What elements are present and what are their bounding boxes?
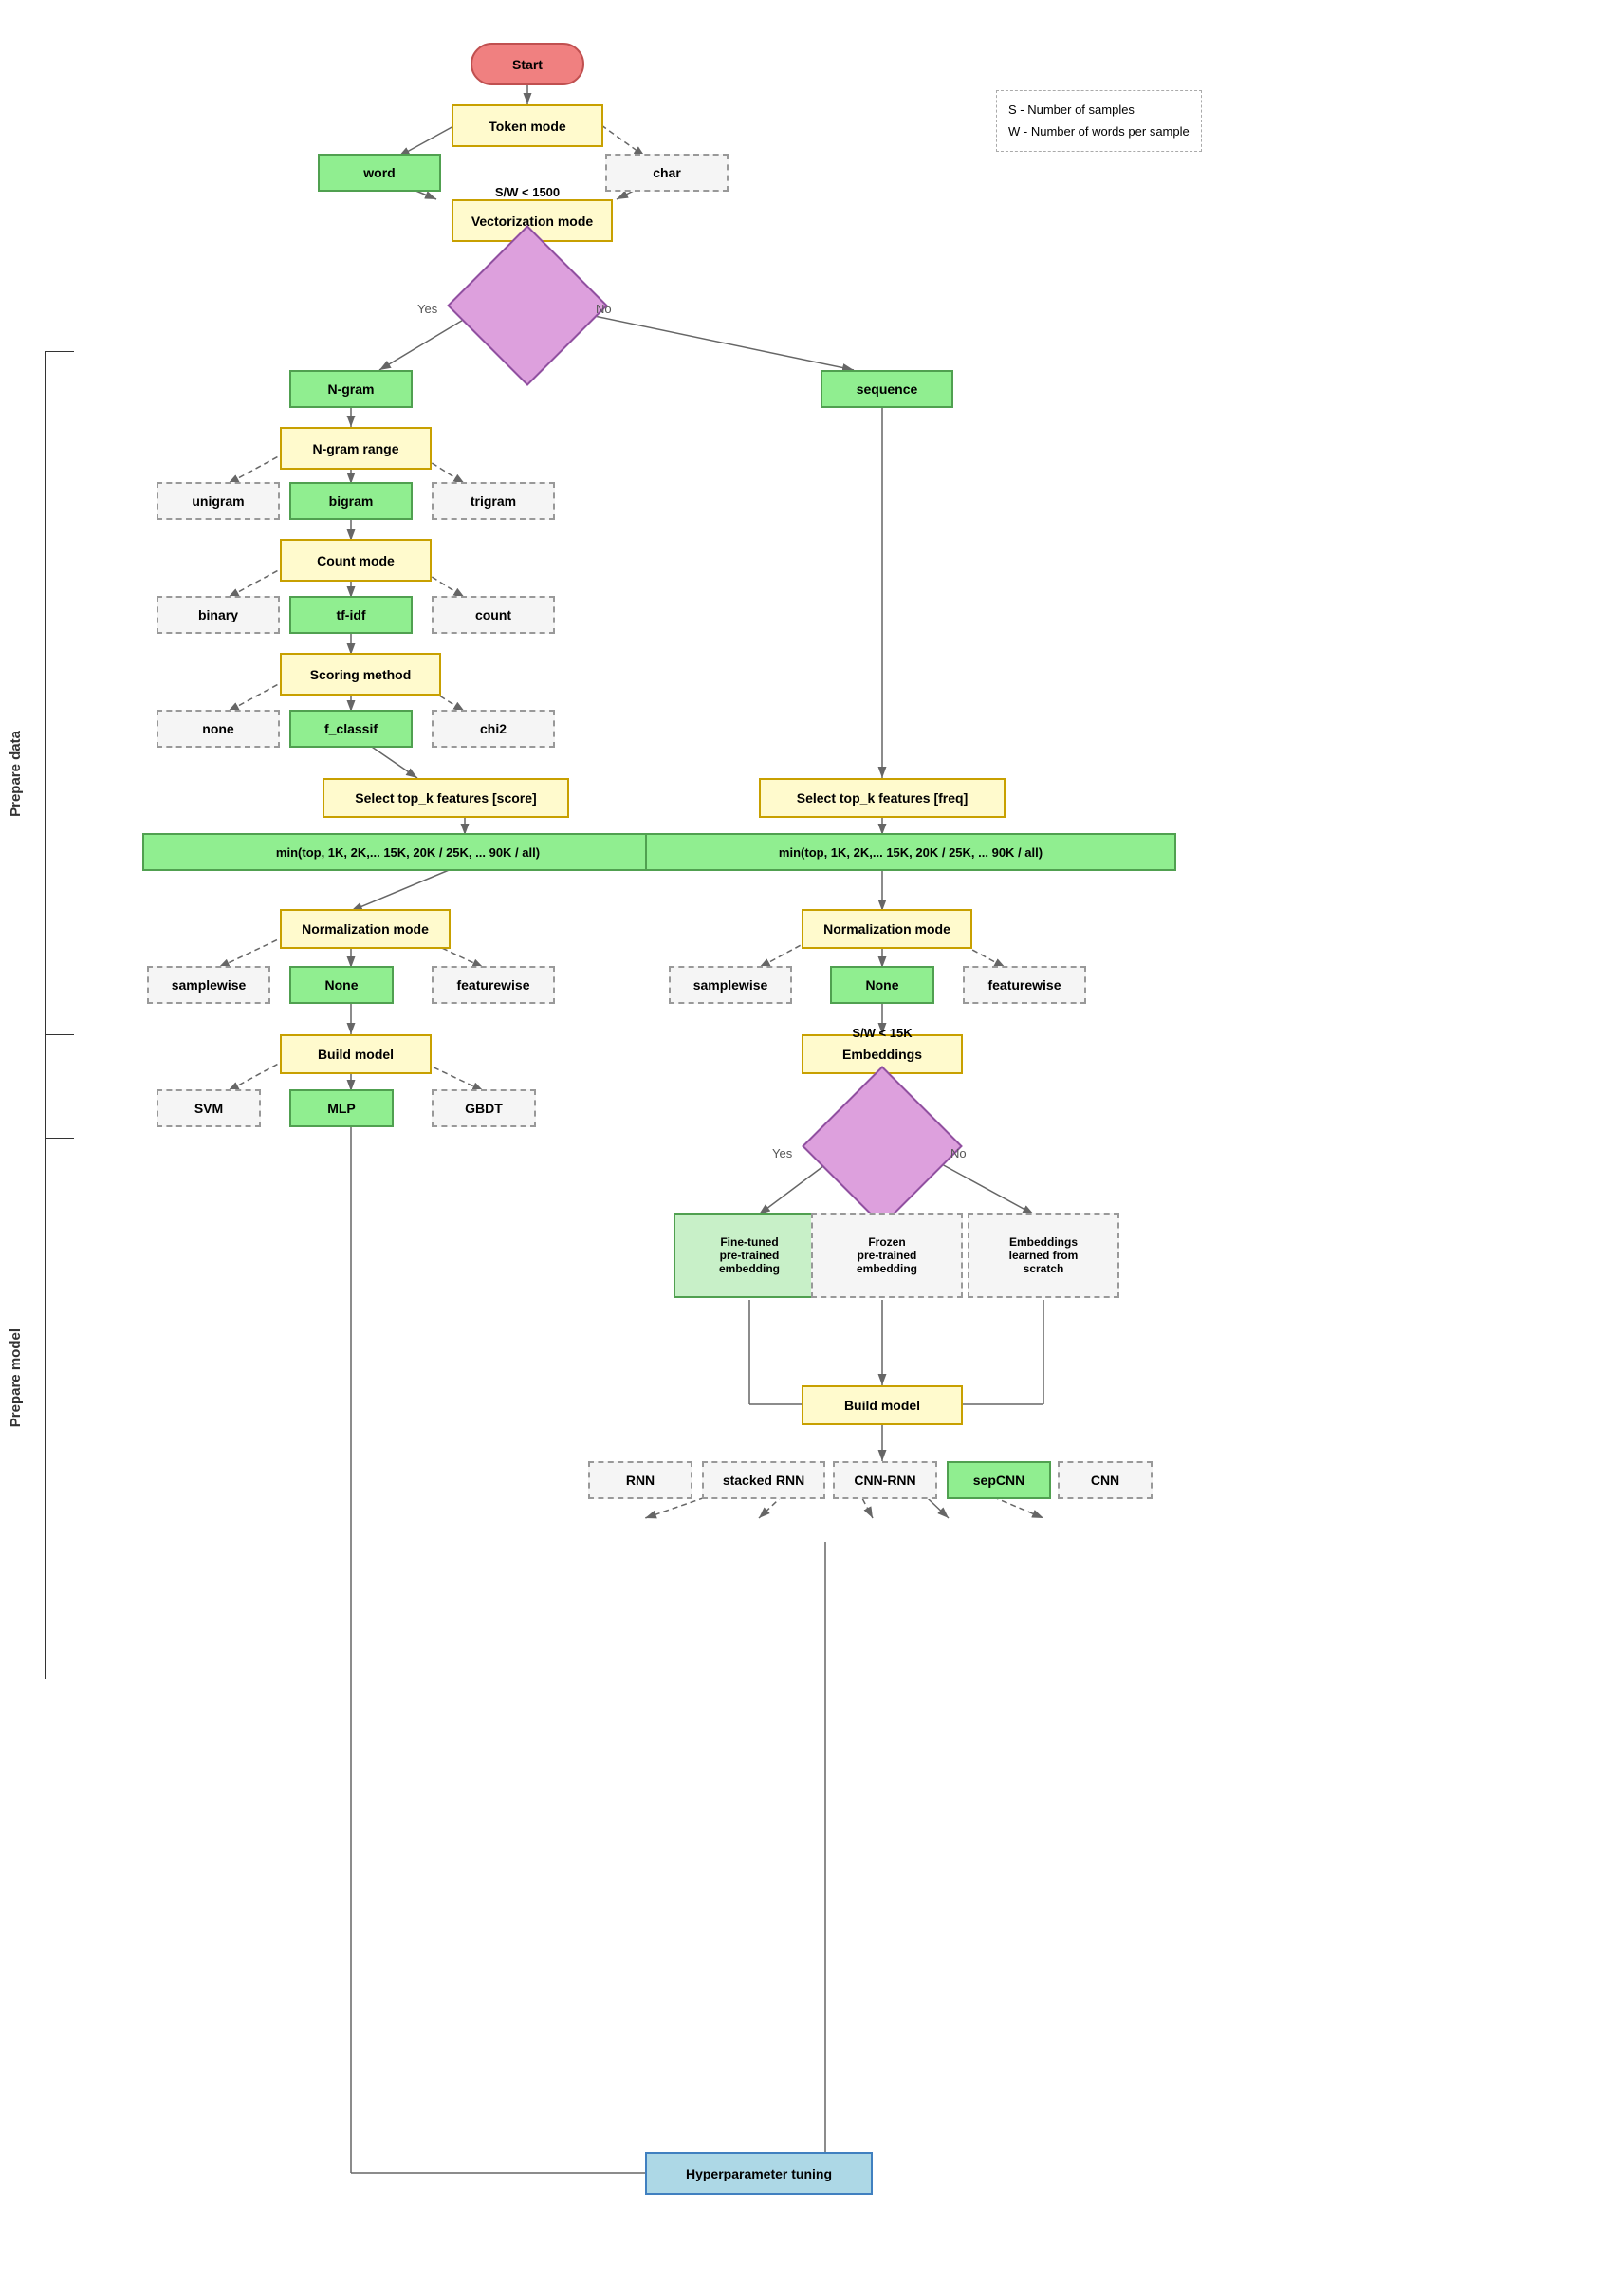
scoring-method-node: Scoring method [280, 653, 441, 696]
char-node: char [605, 154, 729, 192]
cnn-rnn-node: CNN-RNN [833, 1461, 937, 1499]
count-node: count [432, 596, 555, 634]
chi2-node: chi2 [432, 710, 555, 748]
build-model-right-node: Build model [802, 1385, 963, 1425]
featurewise-left-node: featurewise [432, 966, 555, 1004]
norm-mode-right-node: Normalization mode [802, 909, 972, 949]
binary-node: binary [157, 596, 280, 634]
legend-s: S - Number of samples [1008, 99, 1190, 121]
samplewise-left-node: samplewise [147, 966, 270, 1004]
yes-label-sw1500: Yes [417, 302, 437, 316]
yes-label-sw15k: Yes [772, 1146, 792, 1160]
f-classif-node: f_classif [289, 710, 413, 748]
none-score-node: none [157, 710, 280, 748]
svm-node: SVM [157, 1089, 261, 1127]
prepare-data-label: Prepare data [8, 731, 24, 817]
legend-w: W - Number of words per sample [1008, 121, 1190, 142]
no-label-sw1500: No [596, 302, 612, 316]
sequence-node: sequence [821, 370, 953, 408]
hyperparameter-node: Hyperparameter tuning [645, 2152, 873, 2195]
select-topk-freq-node: Select top_k features [freq] [759, 778, 1006, 818]
word-node: word [318, 154, 441, 192]
cnn-node: CNN [1058, 1461, 1153, 1499]
sw1500-label: S/W < 1500 [471, 135, 584, 249]
select-topk-score-node: Select top_k features [score] [323, 778, 569, 818]
rnn-node: RNN [588, 1461, 692, 1499]
sw15k-diamond [802, 1066, 963, 1227]
topk-freq-range-node: min(top, 1K, 2K,... 15K, 20K / 25K, ... … [645, 833, 1176, 871]
start-node: Start [471, 43, 584, 85]
bracket-prepare-data [27, 351, 83, 1139]
none-left-node: None [289, 966, 394, 1004]
sw1500-diamond [447, 225, 608, 386]
sepcnn-node: sepCNN [947, 1461, 1051, 1499]
topk-score-range-node: min(top, 1K, 2K,... 15K, 20K / 25K, ... … [142, 833, 674, 871]
tf-idf-node: tf-idf [289, 596, 413, 634]
bigram-node: bigram [289, 482, 413, 520]
ngram-node: N-gram [289, 370, 413, 408]
build-model-left-node: Build model [280, 1034, 432, 1074]
diagram-container: S - Number of samples W - Number of word… [0, 0, 1624, 2282]
prepare-model-label: Prepare model [8, 1328, 24, 1427]
sw15k-label: S/W < 15K [825, 975, 939, 1089]
fine-tuned-node: Fine-tuned pre-trained embedding [674, 1213, 825, 1298]
sw1500-diamond-wrapper: S/W < 1500 [471, 249, 584, 362]
sw15k-diamond-wrapper: S/W < 15K [825, 1089, 939, 1203]
bracket-prepare-model [27, 1034, 83, 1679]
stacked-rnn-node: stacked RNN [702, 1461, 825, 1499]
no-label-sw15k: No [950, 1146, 967, 1160]
trigram-node: trigram [432, 482, 555, 520]
norm-mode-left-node: Normalization mode [280, 909, 451, 949]
from-scratch-node: Embeddings learned from scratch [968, 1213, 1119, 1298]
ngram-range-node: N-gram range [280, 427, 432, 470]
count-mode-node: Count mode [280, 539, 432, 582]
mlp-node: MLP [289, 1089, 394, 1127]
frozen-node: Frozen pre-trained embedding [811, 1213, 963, 1298]
featurewise-right-node: featurewise [963, 966, 1086, 1004]
legend-box: S - Number of samples W - Number of word… [996, 90, 1202, 152]
unigram-node: unigram [157, 482, 280, 520]
gbdt-node: GBDT [432, 1089, 536, 1127]
samplewise-right-node: samplewise [669, 966, 792, 1004]
